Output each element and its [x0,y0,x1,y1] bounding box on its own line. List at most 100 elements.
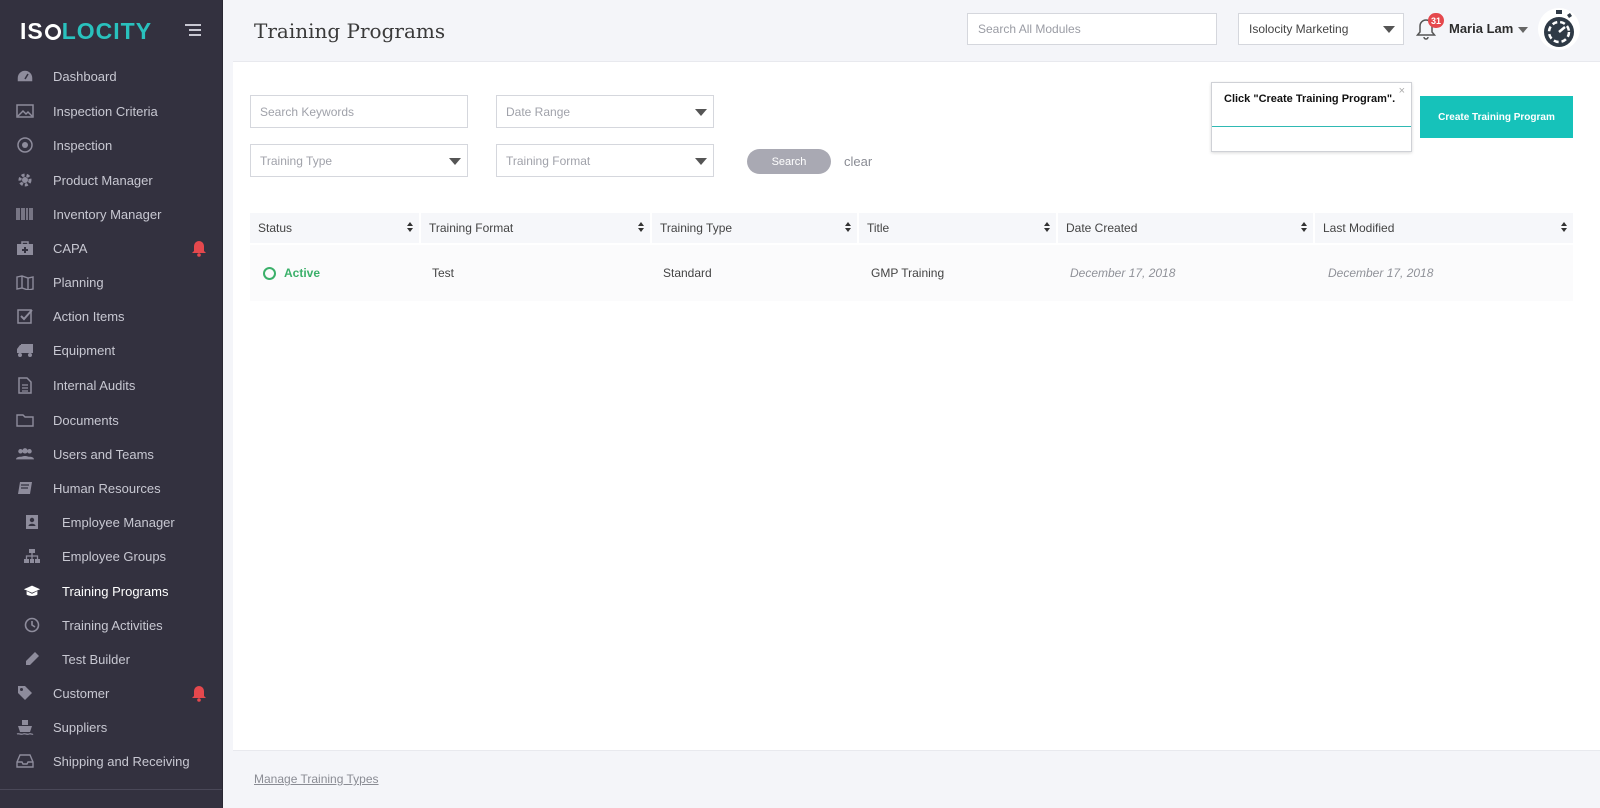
sidebar-item-capa[interactable]: CAPA [0,233,222,263]
sort-icon[interactable] [1561,222,1567,234]
sidebar-item-users-and-teams[interactable]: Users and Teams [0,439,222,469]
sidebar-item-inspection[interactable]: Inspection [0,130,222,160]
sidebar-item-employee-manager[interactable]: Employee Manager [0,507,222,537]
sidebar-item-label: Human Resources [53,480,161,496]
medkit-icon [16,239,34,257]
sort-icon[interactable] [1044,222,1050,234]
tooltip-divider [1212,126,1411,127]
sort-icon[interactable] [845,222,851,234]
company-select[interactable]: Isolocity Marketing [1238,13,1404,45]
sitemap-icon [23,547,41,565]
clear-link[interactable]: clear [844,154,872,169]
sidebar-item-inspection-criteria[interactable]: Inspection Criteria [0,96,222,126]
sidebar-item-label: Training Activities [62,617,163,633]
sidebar-item-label: Dashboard [53,68,117,84]
bell-alert-icon [190,684,208,702]
chevron-down-icon [449,158,461,165]
sidebar-item-action-items[interactable]: Action Items [0,301,222,331]
guide-tooltip: Click "Create Training Program". × [1211,82,1412,152]
column-header-label: Title [867,221,890,235]
sidebar-item-product-manager[interactable]: Product Manager [0,165,222,195]
sort-icon[interactable] [407,222,413,234]
column-header-last-modified[interactable]: Last Modified [1315,213,1573,243]
global-search-input[interactable] [967,13,1217,45]
users-icon [16,445,34,463]
sidebar-item-planning[interactable]: Planning [0,267,222,297]
page-footer: Manage Training Types [233,750,1600,808]
manage-training-types-link[interactable]: Manage Training Types [254,772,379,786]
pencil-icon [23,650,41,668]
sidebar-item-label: Employee Manager [62,514,175,530]
sidebar-item-label: Shipping and Receiving [53,753,190,769]
training-type-label: Training Type [260,153,333,168]
sidebar-item-label: CAPA [53,240,88,256]
sidebar-item-training-programs[interactable]: Training Programs [0,576,222,606]
status-badge: Active [284,266,321,280]
sidebar-item-label: Suppliers [53,719,108,735]
avatar[interactable] [1538,8,1580,50]
column-header-training-format[interactable]: Training Format [421,213,652,243]
dashboard-icon [16,67,34,85]
training-format-select[interactable]: Training Format [496,144,714,177]
sidebar-item-test-builder[interactable]: Test Builder [0,644,222,674]
sort-icon[interactable] [638,222,644,234]
sidebar-item-label: Planning [53,274,104,290]
user-menu-chevron-icon[interactable] [1518,27,1528,33]
notification-badge: 31 [1428,13,1445,28]
table-header: Status Training Format Training Type Tit… [250,213,1573,243]
column-header-label: Date Created [1066,221,1138,235]
title-cell[interactable]: GMP Training [871,245,944,301]
sidebar-item-label: Product Manager [53,172,153,188]
column-header-title[interactable]: Title [859,213,1058,243]
sidebar-item-suppliers[interactable]: Suppliers [0,712,222,742]
sidebar-item-label: Action Items [53,308,125,324]
sidebar-item-shipping-and-receiving[interactable]: Shipping and Receiving [0,746,222,776]
training-type-select[interactable]: Training Type [250,144,468,177]
map-icon [16,273,34,291]
chevron-down-icon [695,109,707,116]
page-title: Training Programs [254,19,446,43]
gear-icon [16,171,34,189]
sidebar-item-label: Users and Teams [53,446,154,462]
sidebar-item-documents[interactable]: Documents [0,405,222,435]
column-header-label: Training Format [429,221,514,235]
column-header-label: Training Type [660,221,733,235]
sidebar-item-label: Inspection Criteria [53,103,158,119]
sidebar-item-employee-groups[interactable]: Employee Groups [0,541,222,571]
isolocity-logo[interactable]: IS LOCITY [20,18,152,44]
last-modified-cell: December 17, 2018 [1328,266,1434,280]
sidebar-item-dashboard[interactable]: Dashboard [0,61,222,91]
checkbox-icon [16,307,34,325]
column-header-date-created[interactable]: Date Created [1058,213,1315,243]
sort-icon[interactable] [1301,222,1307,234]
sidebar-divider [0,789,222,790]
document-icon [16,376,34,394]
date-range-select[interactable]: Date Range [496,95,714,128]
close-icon[interactable]: × [1399,85,1405,97]
sidebar-item-human-resources[interactable]: Human Resources [0,473,222,503]
create-training-program-button[interactable]: Create Training Program [1420,96,1573,138]
sidebar-item-label: Training Programs [62,583,169,599]
id-badge-icon [23,513,41,531]
column-header-status[interactable]: Status [250,213,421,243]
tooltip-text: Click "Create Training Program". [1224,93,1396,105]
table-row[interactable]: Active Test Standard GMP Training Decemb… [250,245,1573,301]
graduation-cap-icon [23,582,41,600]
user-name[interactable]: Maria Lam [1449,21,1513,36]
clock-icon [23,616,41,634]
sidebar-item-training-activities[interactable]: Training Activities [0,610,222,640]
sidebar-item-customer[interactable]: Customer [0,678,222,708]
sidebar-item-inventory-manager[interactable]: Inventory Manager [0,199,222,229]
search-keywords-input[interactable] [250,95,468,128]
status-cell: Active [263,245,320,301]
column-header-training-type[interactable]: Training Type [652,213,859,243]
sidebar-item-equipment[interactable]: Equipment [0,335,222,365]
sidebar-item-label: Employee Groups [62,548,167,564]
search-button[interactable]: Search [747,149,831,174]
bell-alert-icon [190,239,208,257]
status-circle-icon [263,266,276,280]
logo-o-icon [44,24,61,40]
sidebar-item-internal-audits[interactable]: Internal Audits [0,370,222,400]
top-header: Training Programs Isolocity Marketing 31… [233,0,1600,62]
menu-toggle-icon[interactable] [185,24,201,38]
